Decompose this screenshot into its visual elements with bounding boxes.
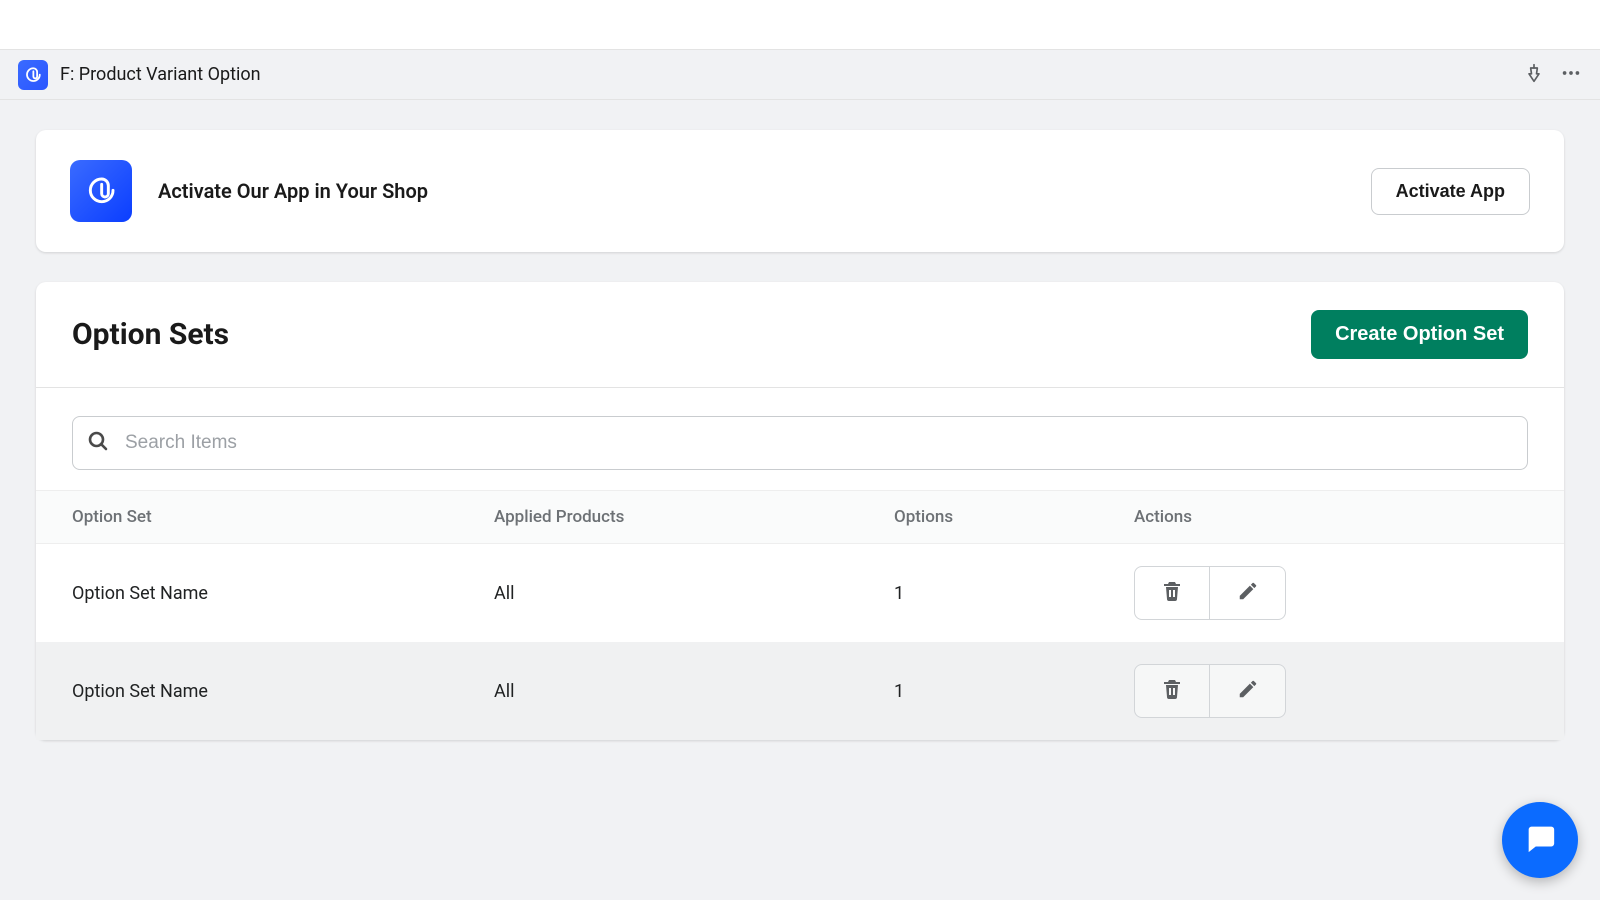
cell-options-count: 1 [866, 544, 1106, 643]
more-icon[interactable] [1560, 62, 1582, 88]
cell-option-set-name: Option Set Name [36, 544, 466, 643]
pencil-icon [1237, 678, 1259, 705]
cell-applied-products: All [466, 544, 866, 643]
delete-button[interactable] [1134, 566, 1210, 620]
app-header-bar: F: Product Variant Option [0, 50, 1600, 100]
pin-icon[interactable] [1524, 63, 1544, 87]
option-sets-title: Option Sets [72, 317, 229, 352]
column-option-set: Option Set [36, 491, 466, 544]
option-sets-table: Option Set Applied Products Options Acti… [36, 490, 1564, 740]
activate-app-button[interactable]: Activate App [1371, 168, 1530, 215]
delete-button[interactable] [1134, 664, 1210, 718]
activate-banner: Activate Our App in Your Shop Activate A… [36, 130, 1564, 252]
column-options: Options [866, 491, 1106, 544]
row-actions [1134, 566, 1286, 620]
table-row: Option Set Name All 1 [36, 544, 1564, 643]
column-applied-products: Applied Products [466, 491, 866, 544]
row-actions [1134, 664, 1286, 718]
cell-applied-products: All [466, 642, 866, 740]
chat-icon [1523, 821, 1557, 859]
app-logo-icon [18, 60, 48, 90]
edit-button[interactable] [1210, 664, 1286, 718]
cell-option-set-name: Option Set Name [36, 642, 466, 740]
option-sets-card: Option Sets Create Option Set Option S [36, 282, 1564, 740]
search-icon [86, 429, 110, 457]
activate-logo-icon [70, 160, 132, 222]
activate-banner-text: Activate Our App in Your Shop [158, 179, 428, 203]
pencil-icon [1237, 580, 1259, 607]
search-input[interactable] [72, 416, 1528, 470]
app-title: F: Product Variant Option [60, 64, 261, 85]
create-option-set-button[interactable]: Create Option Set [1311, 310, 1528, 359]
cell-options-count: 1 [866, 642, 1106, 740]
trash-icon [1160, 579, 1184, 608]
trash-icon [1160, 677, 1184, 706]
table-row: Option Set Name All 1 [36, 642, 1564, 740]
chat-fab-button[interactable] [1502, 802, 1578, 878]
edit-button[interactable] [1210, 566, 1286, 620]
search-field [72, 416, 1528, 470]
column-actions: Actions [1106, 491, 1564, 544]
top-whitespace [0, 0, 1600, 49]
